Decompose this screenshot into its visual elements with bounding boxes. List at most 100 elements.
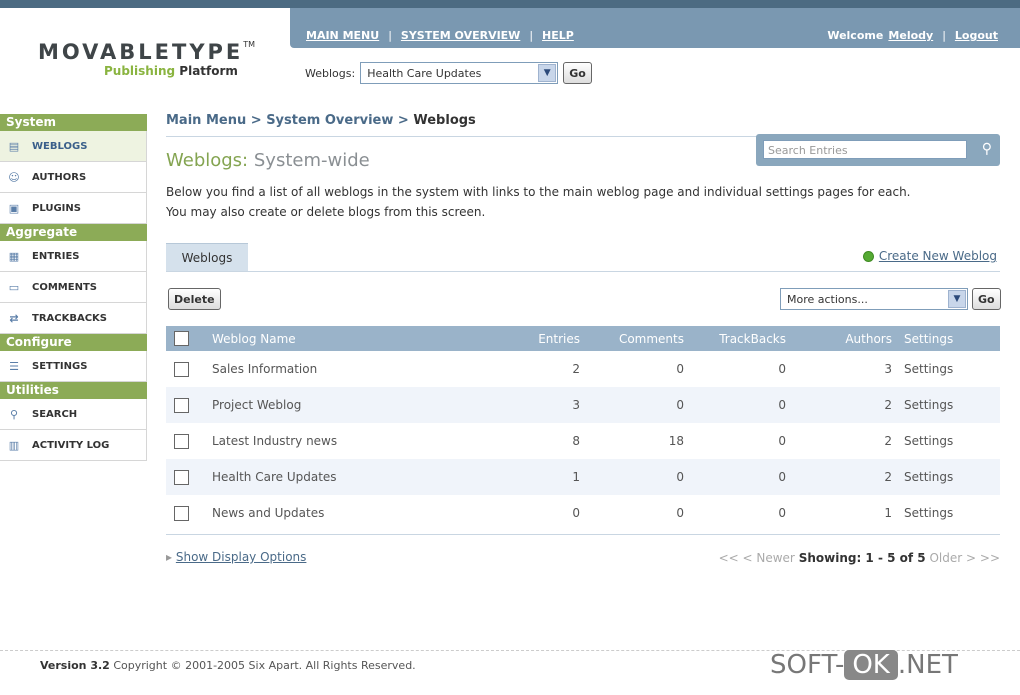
settings-link[interactable]: Settings <box>904 362 953 376</box>
table-cell: 2 <box>786 423 892 459</box>
table-cell: 0 <box>684 423 786 459</box>
settings-link[interactable]: Settings <box>904 506 953 520</box>
comments-count: 0 <box>676 398 684 412</box>
table-cell: 3 <box>786 351 892 387</box>
table-header-row: Weblog Name Entries Comments TrackBacks … <box>166 326 1000 351</box>
blog-selector-label: Weblogs: <box>305 66 356 80</box>
row-checkbox[interactable] <box>174 469 189 485</box>
weblog-name-link[interactable]: Health Care Updates <box>212 470 337 484</box>
table-cell: 0 <box>684 495 786 531</box>
description-line: You may also create or delete blogs from… <box>166 205 486 219</box>
weblog-name-link[interactable]: Sales Information <box>212 362 317 376</box>
col-entries[interactable]: Entries <box>502 326 580 351</box>
comments-count: 0 <box>676 362 684 376</box>
nav-main-menu[interactable]: MAIN MENU <box>306 29 379 42</box>
watermark-pre: SOFT- <box>770 650 845 680</box>
col-trackbacks[interactable]: TrackBacks <box>684 326 786 351</box>
authors-count: 2 <box>884 470 892 484</box>
sidebar-item-entries[interactable]: ▦ ENTRIES <box>0 241 147 272</box>
blog-select[interactable]: Health Care Updates ▼ <box>360 62 559 84</box>
weblog-name-link[interactable]: Project Weblog <box>212 398 301 412</box>
table-cell: 8 <box>502 423 580 459</box>
nav-system-overview[interactable]: SYSTEM OVERVIEW <box>401 29 520 42</box>
table-cell: Health Care Updates <box>212 459 502 495</box>
settings-icon: ☰ <box>9 359 19 373</box>
table-cell: 0 <box>580 387 684 423</box>
select-all-header <box>166 326 212 351</box>
sidebar-item-search[interactable]: ⚲ SEARCH <box>0 399 147 430</box>
pager-last[interactable]: >> <box>980 551 1000 565</box>
pager-newer[interactable]: < Newer <box>743 551 795 565</box>
table-cell: 0 <box>580 351 684 387</box>
user-link[interactable]: Melody <box>888 29 933 42</box>
table-cell: 0 <box>502 495 580 531</box>
pager-first[interactable]: << <box>719 551 739 565</box>
logout-link[interactable]: Logout <box>955 29 998 42</box>
table-cell: 2 <box>786 459 892 495</box>
trackbacks-count: 0 <box>778 506 786 520</box>
breadcrumb-system-overview[interactable]: System Overview <box>266 113 393 128</box>
blog-go-button[interactable]: Go <box>563 62 592 84</box>
settings-link[interactable]: Settings <box>904 470 953 484</box>
col-authors[interactable]: Authors <box>786 326 892 351</box>
table-cell: 2 <box>786 387 892 423</box>
search-input[interactable]: Search Entries <box>763 140 967 159</box>
table-cell: 0 <box>580 459 684 495</box>
nav-separator: | <box>942 29 946 42</box>
settings-link[interactable]: Settings <box>904 434 953 448</box>
comments-count: 18 <box>668 434 684 448</box>
top-nav-links: MAIN MENU | SYSTEM OVERVIEW | HELP <box>306 24 574 43</box>
sidebar-section-utilities: Utilities <box>0 382 147 399</box>
sidebar-item-activity-log[interactable]: ▥ ACTIVITY LOG <box>0 430 147 461</box>
description-line: Below you find a list of all weblogs in … <box>166 185 911 199</box>
delete-button[interactable]: Delete <box>168 288 221 310</box>
more-actions-select[interactable]: More actions... ▼ <box>780 288 968 310</box>
nav-separator: | <box>529 29 534 42</box>
row-checkbox[interactable] <box>174 433 189 449</box>
sidebar-item-authors[interactable]: ☺ AUTHORS <box>0 162 147 193</box>
actions-go-button[interactable]: Go <box>972 288 1001 310</box>
settings-link[interactable]: Settings <box>904 398 953 412</box>
breadcrumb: Main Menu > System Overview > Weblogs <box>166 113 476 128</box>
chevron-right-icon: ▸ <box>166 550 173 564</box>
row-checkbox[interactable] <box>174 397 189 413</box>
comments-count: 0 <box>676 506 684 520</box>
col-weblog-name[interactable]: Weblog Name <box>212 326 502 351</box>
show-display-options[interactable]: ▸ Show Display Options <box>166 550 306 564</box>
nav-help[interactable]: HELP <box>542 29 574 42</box>
create-new-weblog-link[interactable]: Create New Weblog <box>862 249 997 263</box>
logo-sub-publishing: Publishing <box>104 64 176 78</box>
weblog-name-link[interactable]: News and Updates <box>212 506 324 520</box>
sidebar-item-comments[interactable]: ▭ COMMENTS <box>0 272 147 303</box>
table-cell: 3 <box>502 387 580 423</box>
blog-selector: Weblogs: Health Care Updates ▼ Go <box>305 62 592 84</box>
blog-select-value: Health Care Updates <box>367 66 482 80</box>
sidebar-item-plugins[interactable]: ▣ PLUGINS <box>0 193 147 224</box>
table-cell: Project Weblog <box>212 387 502 423</box>
sidebar-item-weblogs[interactable]: ▤ WEBLOGS <box>0 131 147 162</box>
sidebar-item-label: PLUGINS <box>32 202 81 214</box>
table-cell: 1 <box>502 459 580 495</box>
col-comments[interactable]: Comments <box>580 326 684 351</box>
tab-weblogs[interactable]: Weblogs <box>166 243 248 272</box>
sidebar-item-trackbacks[interactable]: ⇄ TRACKBACKS <box>0 303 147 334</box>
top-strip <box>0 0 1020 8</box>
row-checkbox[interactable] <box>174 505 189 521</box>
pager-older[interactable]: Older > <box>929 551 976 565</box>
breadcrumb-current: Weblogs <box>413 113 476 128</box>
table-cell <box>166 459 212 495</box>
logo[interactable]: MOVABLETYPETM Publishing Platform <box>38 40 255 78</box>
table-cell: 18 <box>580 423 684 459</box>
watermark-post: .NET <box>897 650 958 680</box>
select-all-checkbox[interactable] <box>174 331 189 346</box>
sidebar-item-label: COMMENTS <box>32 281 97 293</box>
row-checkbox[interactable] <box>174 361 189 377</box>
search-icon[interactable]: ⚲ <box>982 141 992 157</box>
divider <box>166 534 1000 535</box>
breadcrumb-main-menu[interactable]: Main Menu <box>166 113 246 128</box>
weblog-name-link[interactable]: Latest Industry news <box>212 434 337 448</box>
sidebar-section-aggregate: Aggregate <box>0 224 147 241</box>
sidebar-item-settings[interactable]: ☰ SETTINGS <box>0 351 147 382</box>
breadcrumb-sep: > <box>250 113 262 128</box>
entries-count: 3 <box>572 398 580 412</box>
